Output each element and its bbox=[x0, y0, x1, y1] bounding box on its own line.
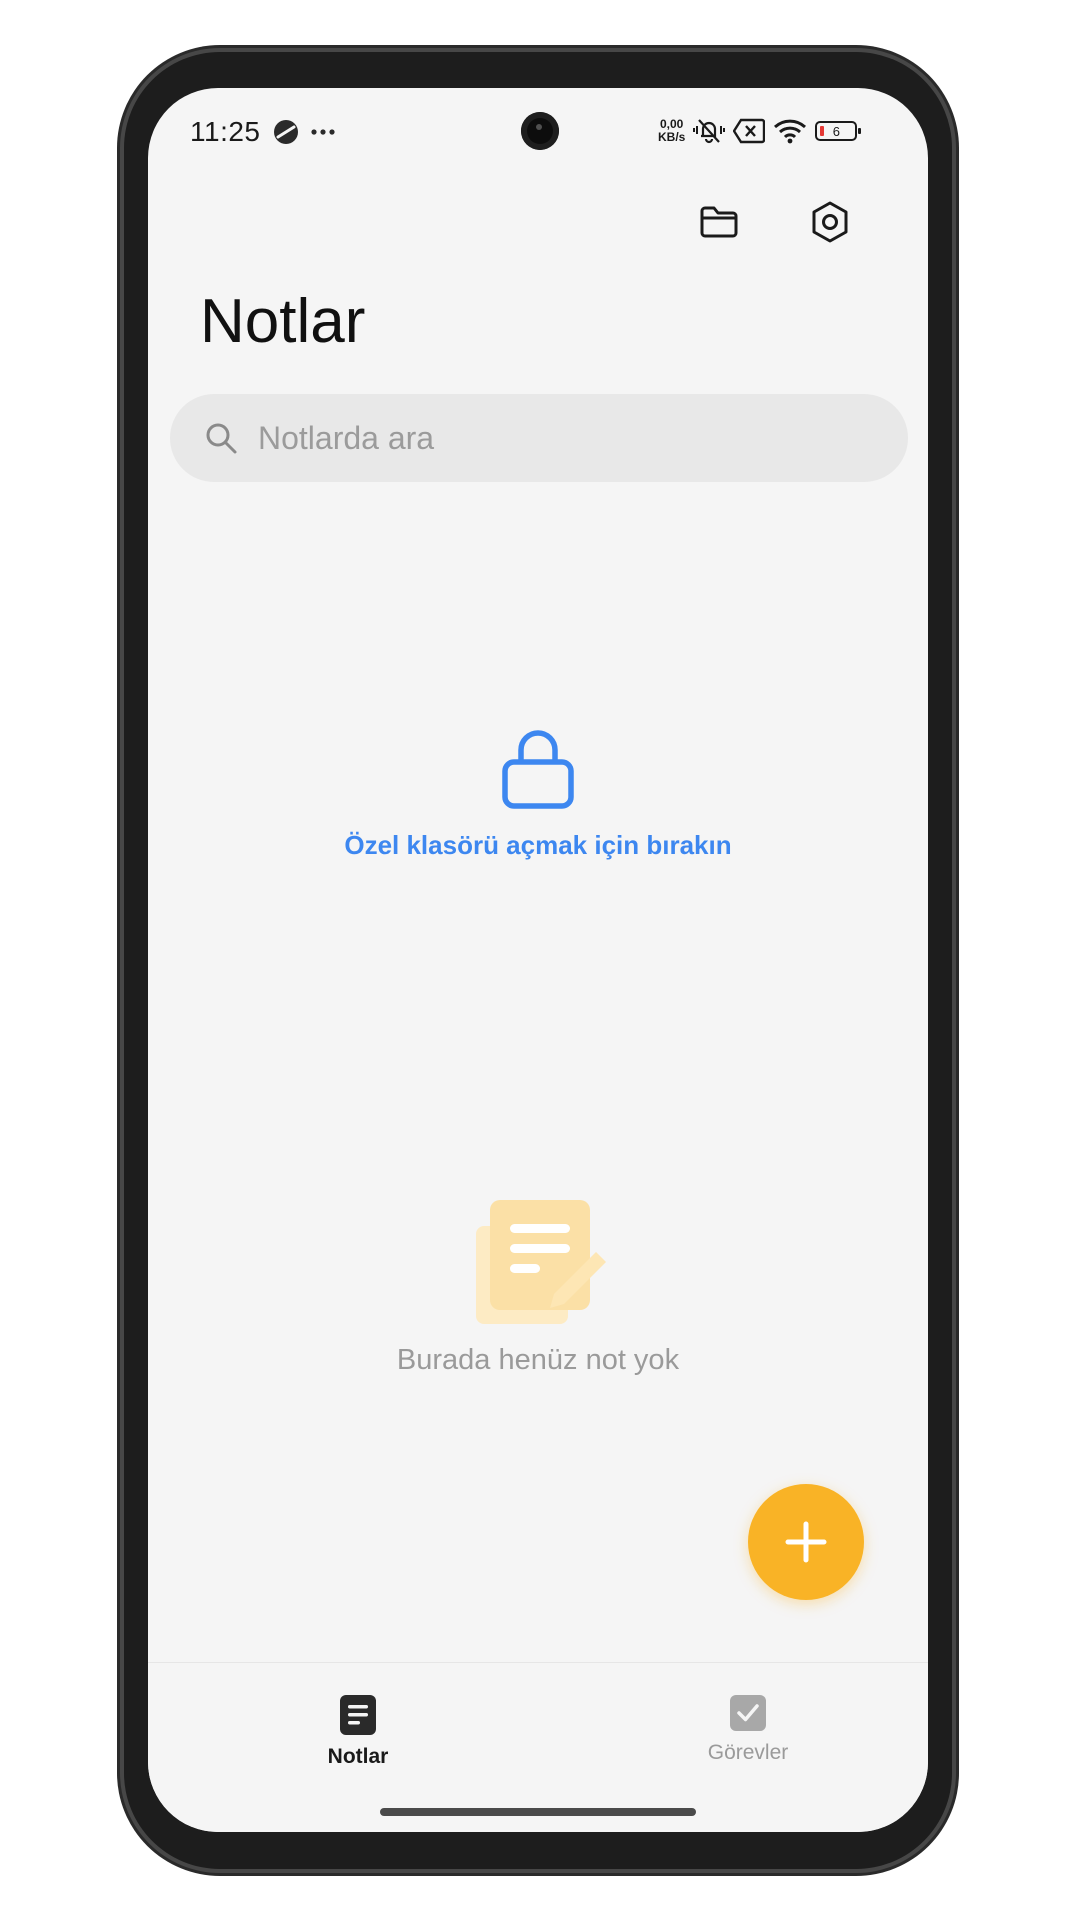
settings-button[interactable] bbox=[802, 194, 858, 250]
battery-icon: 6 bbox=[815, 121, 862, 141]
home-indicator[interactable] bbox=[380, 1808, 696, 1816]
sync-icon bbox=[274, 120, 298, 144]
device-stage: 11:25 0,00 KB/s 6 Notlar Notlarda ara Öz… bbox=[0, 0, 1080, 1920]
search-input[interactable] bbox=[256, 418, 860, 458]
search-icon bbox=[206, 423, 237, 454]
private-folder-text: Özel klasörü açmak için bırakın bbox=[344, 830, 732, 860]
app-screen: 11:25 0,00 KB/s 6 Notlar Notlarda ara Öz… bbox=[148, 88, 928, 1832]
tab-notes-label: Notlar bbox=[327, 1745, 389, 1768]
tab-tasks-label: Görevler bbox=[707, 1741, 789, 1764]
add-note-button[interactable] bbox=[748, 1484, 864, 1600]
status-right-icons: 0,00 KB/s 6 bbox=[658, 116, 862, 146]
battery-level: 6 bbox=[832, 123, 840, 139]
page-title: Notlar bbox=[200, 287, 366, 356]
status-left-icons bbox=[272, 118, 336, 146]
tab-notes[interactable]: Notlar bbox=[258, 1693, 458, 1769]
empty-state: Burada henüz not yok bbox=[148, 1198, 928, 1377]
settings-icon bbox=[812, 201, 848, 243]
no-sim-icon bbox=[733, 118, 766, 144]
more-dots-icon bbox=[311, 129, 335, 135]
lock-icon bbox=[502, 730, 574, 809]
mute-vibrate-icon bbox=[693, 119, 726, 144]
plus-icon bbox=[785, 1521, 827, 1563]
note-icon bbox=[340, 1695, 376, 1735]
header-actions bbox=[148, 196, 928, 256]
notes-illustration-icon bbox=[476, 1200, 606, 1324]
battery-fill bbox=[820, 126, 825, 136]
front-camera bbox=[521, 112, 559, 150]
folder-icon bbox=[700, 206, 738, 238]
net-speed: 0,00 KB/s bbox=[658, 118, 685, 144]
net-speed-unit: KB/s bbox=[658, 130, 686, 144]
folder-button[interactable] bbox=[691, 194, 747, 250]
bottom-nav: Notlar Görevler bbox=[148, 1662, 928, 1832]
search-bar[interactable] bbox=[170, 394, 908, 482]
wifi-icon bbox=[774, 119, 807, 144]
tab-tasks[interactable]: Görevler bbox=[648, 1693, 848, 1765]
checkbox-icon bbox=[730, 1695, 766, 1731]
empty-state-text: Burada henüz not yok bbox=[396, 1344, 680, 1376]
status-time: 11:25 bbox=[190, 116, 261, 147]
private-folder-hint: Özel klasörü açmak için bırakın bbox=[148, 728, 928, 861]
